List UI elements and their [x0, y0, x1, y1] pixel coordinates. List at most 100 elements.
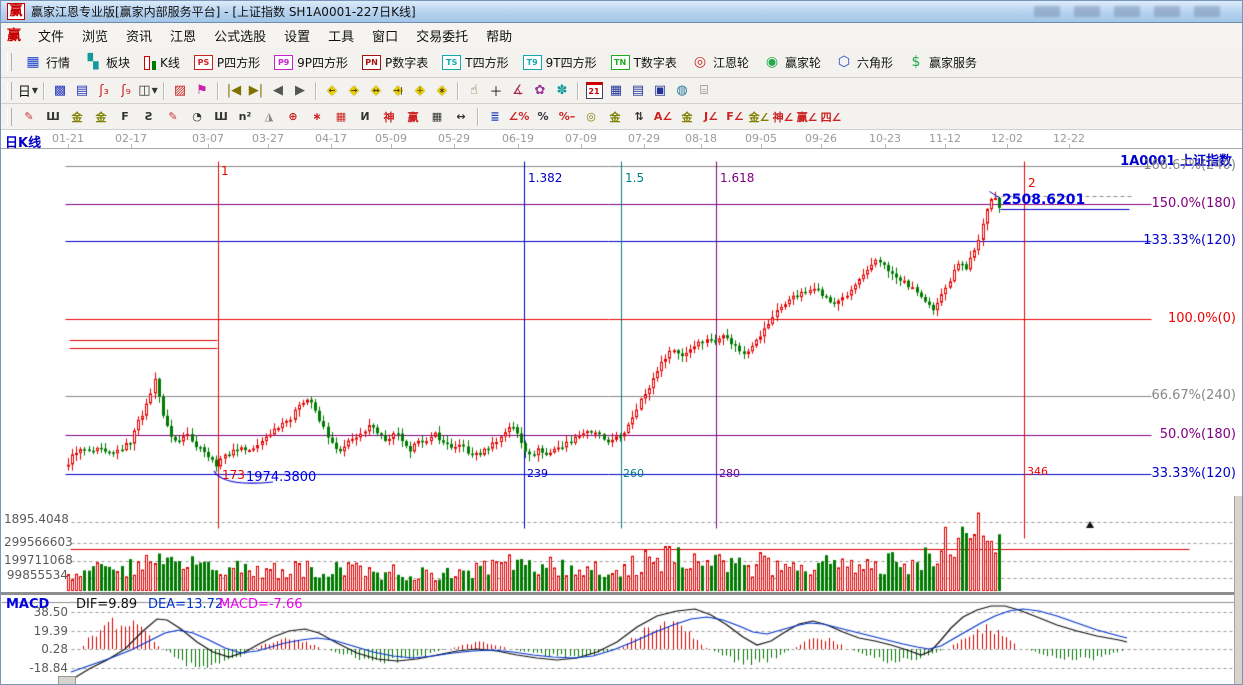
p-number-table[interactable]: PNP数字表 [355, 54, 435, 71]
prev-icon[interactable]: ◀ [267, 81, 289, 101]
menu-item-3[interactable]: 资讯 [117, 30, 161, 45]
sectors[interactable]: ▚板块 [77, 54, 137, 71]
angle-tool[interactable]: ∡ [507, 81, 529, 101]
toolbar-gripper[interactable] [7, 108, 12, 126]
diamond-compress-icon[interactable]: ◆→| [387, 81, 409, 101]
menu-item-10[interactable]: 帮助 [477, 30, 521, 45]
f-angle-tool[interactable]: F∠ [723, 107, 747, 127]
percent-line-tool[interactable]: %– [555, 107, 579, 127]
ying-angle-tool[interactable]: 赢∠ [795, 107, 819, 127]
gold-comb-tool[interactable]: 金 [65, 107, 89, 127]
gold-comb-tool-3[interactable]: 金 [675, 107, 699, 127]
chart-3-icon[interactable]: ʃ₃ [93, 81, 115, 101]
notes-icon[interactable]: ▤ [71, 81, 93, 101]
comb-tool[interactable]: Ш [41, 107, 65, 127]
date-ruler[interactable]: 日K线 01-2102-1703-0703-2704-1705-0905-290… [1, 130, 1242, 149]
print-icon[interactable]: ⌸ [693, 81, 715, 101]
s-curve-tool[interactable]: Ƨ [137, 107, 161, 127]
n-squared-tool[interactable]: n² [233, 107, 257, 127]
calendar-icon-glyph: 21 [586, 82, 603, 99]
menu-item-2[interactable]: 浏览 [73, 30, 117, 45]
vertical-scrollbar[interactable] [1234, 496, 1242, 685]
angle-percent-tool[interactable]: ∠% [507, 107, 531, 127]
flag-icon[interactable]: ⚑ [191, 81, 213, 101]
gold-angle-tool[interactable]: 金∠ [747, 107, 771, 127]
diamond-star-icon[interactable]: ◆∗ [431, 81, 453, 101]
next-icon[interactable]: ▶ [289, 81, 311, 101]
a-angle-tool[interactable]: A∠ [651, 107, 675, 127]
j-angle-tool[interactable]: J∠ [699, 107, 723, 127]
ying-comb-tool[interactable]: 赢 [401, 107, 425, 127]
gann-wheel[interactable]: ◎江恩轮 [684, 54, 756, 71]
menu-item-5[interactable]: 公式选股 [205, 30, 275, 45]
calculator-icon[interactable]: ▦ [605, 81, 627, 101]
starburst-tool[interactable]: ∗ [305, 107, 329, 127]
angle-mirror-tool[interactable]: ◮ [257, 107, 281, 127]
gann-clock-tool[interactable]: ◔ [185, 107, 209, 127]
menu-item-4[interactable]: 江恩 [161, 30, 205, 45]
sort-tool[interactable]: ⇅ [627, 107, 651, 127]
period-selector[interactable]: 日▼ [17, 81, 39, 101]
date-tick-mark [701, 144, 702, 148]
diamond-expand-icon[interactable]: ◆↔ [365, 81, 387, 101]
gann-level-label: 133.33%(120) [1143, 233, 1236, 248]
si-angle-tool[interactable]: 四∠ [819, 107, 843, 127]
diamond-right-icon[interactable]: ◆→ [343, 81, 365, 101]
diamond-cross-icon[interactable]: ◆＋ [409, 81, 431, 101]
report-icon[interactable]: ▤ [627, 81, 649, 101]
winner-wheel[interactable]: ◉赢家轮 [756, 54, 828, 71]
toolbar-gripper[interactable] [7, 53, 12, 71]
t-number-table[interactable]: TNT数字表 [604, 54, 684, 71]
gold-circle-tool[interactable]: ◎ [579, 107, 603, 127]
menu-item-6[interactable]: 设置 [275, 30, 319, 45]
shen-angle-tool[interactable]: 神∠ [771, 107, 795, 127]
price-chart-canvas[interactable] [1, 149, 1243, 593]
pattern-icon[interactable]: ▨ [169, 81, 191, 101]
kline[interactable]: K线 [137, 54, 187, 71]
p-square[interactable]: PSP四方形 [187, 54, 267, 71]
grid-123-tool[interactable]: ▦ [425, 107, 449, 127]
f-comb-tool[interactable]: F [113, 107, 137, 127]
save-icon[interactable]: ▣ [649, 81, 671, 101]
menu-item-7[interactable]: 工具 [319, 30, 363, 45]
skip-end-icon[interactable]: ▶| [245, 81, 267, 101]
circle-cross-tool[interactable]: ⊕ [281, 107, 305, 127]
formula-tool[interactable]: ✽ [551, 81, 573, 101]
crosshair-tool[interactable]: ＋ [485, 81, 507, 101]
ribbon-tool[interactable]: ✿ [529, 81, 551, 101]
menu-item-8[interactable]: 窗口 [363, 30, 407, 45]
date-tick-mark [644, 144, 645, 148]
hand-tool[interactable]: ☝ [463, 81, 485, 101]
market-quotes[interactable]: ▦行情 [17, 54, 77, 71]
9p-square[interactable]: P99P四方形 [267, 54, 355, 71]
p-square-icon: PS [194, 55, 213, 70]
menu-item-1[interactable]: 文件 [29, 30, 73, 45]
levels-tool[interactable]: ≣ [483, 107, 507, 127]
shen-comb-tool[interactable]: 神 [377, 107, 401, 127]
gann-wheel-label: 江恩轮 [713, 54, 749, 71]
t-square[interactable]: TST四方形 [435, 54, 515, 71]
9t-square[interactable]: T99T四方形 [516, 54, 604, 71]
horizontal-scrollbar-thumb[interactable] [58, 676, 76, 685]
web-icon[interactable]: ◍ [671, 81, 693, 101]
chart-9-icon[interactable]: ʃ₉ [115, 81, 137, 101]
diamond-left-icon[interactable]: ◆← [321, 81, 343, 101]
pencil-tool[interactable]: ✎ [17, 107, 41, 127]
candle-style-dropdown[interactable]: ◫▼ [137, 81, 159, 101]
window-grid-icon[interactable]: ▩ [49, 81, 71, 101]
percent-tool[interactable]: % [531, 107, 555, 127]
winner-service[interactable]: $赢家服务 [900, 54, 984, 71]
menu-item-9[interactable]: 交易委托 [407, 30, 477, 45]
gold-line-tool[interactable]: 金 [603, 107, 627, 127]
comb-tool-2[interactable]: Ш [209, 107, 233, 127]
h-span-tool[interactable]: ↔ [449, 107, 473, 127]
toolbar-gripper[interactable] [7, 82, 12, 100]
n-mirror-tool[interactable]: И [353, 107, 377, 127]
grid-x-tool[interactable]: ▦ [329, 107, 353, 127]
calendar-icon[interactable]: 21 [583, 81, 605, 101]
title-bar[interactable]: 赢 赢家江恩专业版[赢家内部服务平台] - [上证指数 SH1A0001-227… [1, 1, 1242, 23]
gold-comb-tool-2[interactable]: 金 [89, 107, 113, 127]
red-pencil-tool[interactable]: ✎ [161, 107, 185, 127]
skip-start-icon[interactable]: |◀ [223, 81, 245, 101]
hexagon[interactable]: ⬡六角形 [828, 54, 900, 71]
